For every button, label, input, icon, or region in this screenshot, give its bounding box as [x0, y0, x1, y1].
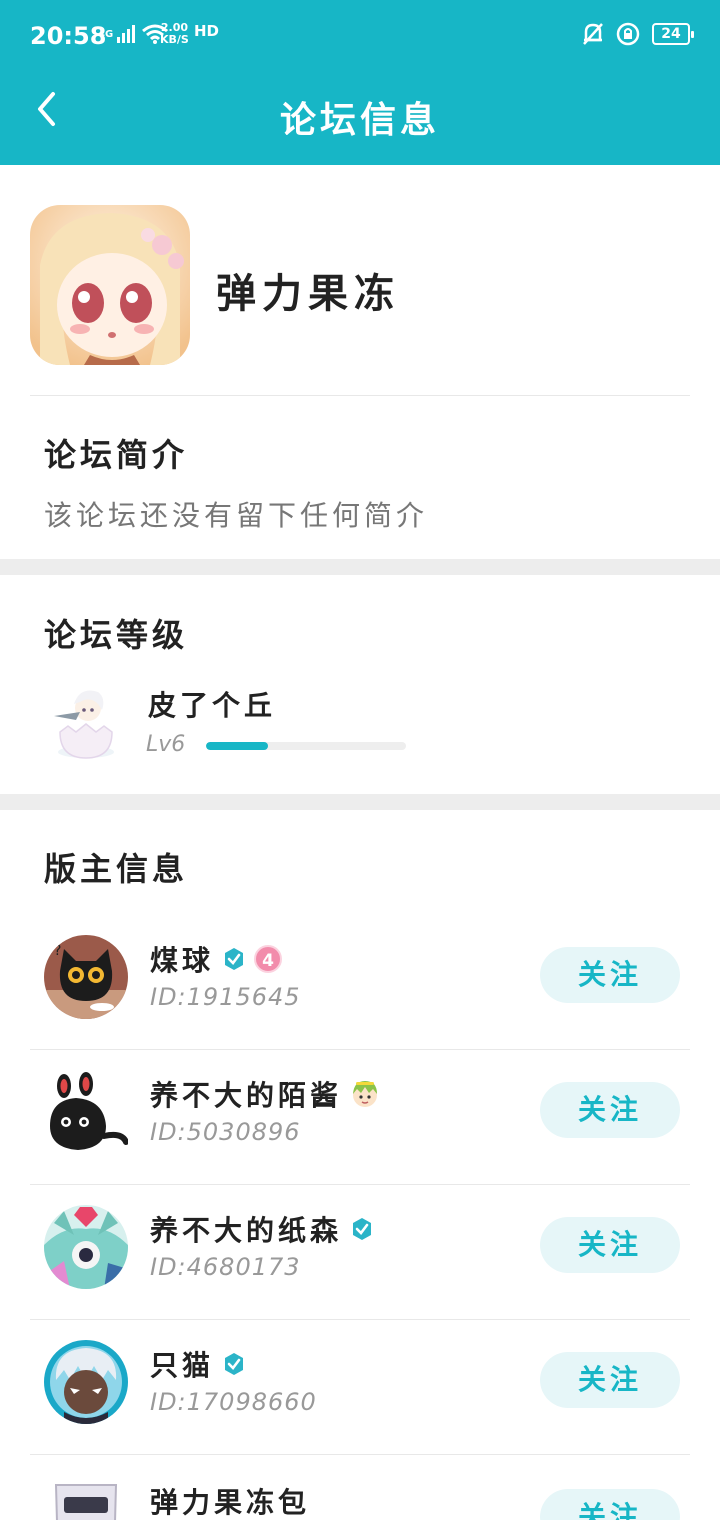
moderator-row[interactable]: 只猫 ID:17098660 关注 — [0, 1320, 720, 1455]
moderator-id: ID:5030896 — [150, 1118, 301, 1146]
verified-badge-icon — [353, 1218, 372, 1240]
battery-icon: 24 — [652, 23, 694, 45]
status-bar: 20:58 4G 2.00 KB/S HD 24 — [0, 0, 720, 75]
forum-name: 弹力果冻 — [216, 271, 400, 317]
moderator-row[interactable]: 养不大的陌酱 ID:5030896 关注 — [0, 1050, 720, 1185]
moderator-name-line: 养不大的陌酱 — [150, 1074, 380, 1114]
moderator-avatar[interactable] — [44, 1340, 128, 1424]
moderator-name: 养不大的纸森 — [150, 1214, 343, 1247]
moderator-row[interactable]: ? 煤球 4 ID:1915645 关注 — [0, 915, 720, 1050]
moderator-name-line: 只猫 — [150, 1344, 246, 1384]
svg-text:?: ? — [54, 943, 61, 959]
mute-bell-icon — [583, 23, 603, 45]
level-progress-bar — [206, 742, 406, 750]
moderator-avatar[interactable] — [44, 1205, 128, 1289]
rotation-lock-icon — [616, 22, 640, 46]
speed-unit: KB/S — [160, 33, 189, 46]
level-progress-fill — [206, 742, 268, 750]
status-icons-right: 24 — [582, 22, 694, 46]
moderator-id: ID:1915645 — [150, 983, 301, 1011]
level-name: 皮了个丘 — [148, 689, 277, 722]
green-hair-emoji-icon — [353, 1081, 378, 1107]
follow-button[interactable]: 关注 — [540, 1352, 680, 1408]
moderator-name: 弹力果冻包 — [150, 1486, 311, 1519]
moderator-id: ID:17098660 — [150, 1388, 317, 1416]
header-divider — [30, 395, 690, 396]
forum-avatar — [30, 205, 190, 365]
moderator-name: 煤球 — [150, 944, 215, 977]
verified-badge-icon — [225, 948, 244, 970]
page-title: 论坛信息 — [279, 100, 440, 141]
moderator-name: 养不大的陌酱 — [150, 1079, 343, 1112]
hd-indicator: HD — [194, 22, 220, 40]
follow-button[interactable]: 关注 — [540, 947, 680, 1003]
moderator-row[interactable]: 弹力果冻包 关注 — [0, 1455, 720, 1520]
moderator-name-line: 煤球 4 — [150, 939, 283, 979]
section-separator — [0, 559, 720, 575]
network-speed: 2.00 KB/S — [160, 22, 189, 46]
forum-header: 弹力果冻 — [0, 165, 720, 395]
signal-icon — [117, 25, 136, 43]
intro-text: 该论坛还没有留下任何简介 — [44, 499, 429, 532]
status-time: 20:58 — [30, 22, 107, 50]
section-separator — [0, 794, 720, 810]
nav-bar: 论坛信息 — [0, 75, 720, 165]
user-level-badge: 4 — [254, 945, 283, 973]
intro-title: 论坛简介 — [44, 436, 189, 474]
level-title: 论坛等级 — [44, 616, 189, 654]
moderator-name: 只猫 — [150, 1349, 215, 1382]
moderator-row[interactable]: 养不大的纸森 ID:4680173 关注 — [0, 1185, 720, 1320]
moderator-name-line: 养不大的纸森 — [150, 1209, 374, 1249]
verified-badge-icon — [225, 1353, 244, 1375]
moderators-title: 版主信息 — [44, 850, 189, 888]
moderator-avatar[interactable]: ? — [44, 935, 128, 1019]
level-label: Lv6 — [146, 732, 186, 757]
network-indicator: 4G — [98, 24, 169, 44]
follow-button[interactable]: 关注 — [540, 1217, 680, 1273]
moderator-avatar[interactable] — [44, 1475, 128, 1520]
level-avatar — [46, 682, 126, 762]
moderator-avatar[interactable] — [44, 1070, 128, 1154]
network-type: 4G — [98, 28, 114, 40]
follow-button[interactable]: 关注 — [540, 1082, 680, 1138]
follow-button[interactable]: 关注 — [540, 1489, 680, 1520]
moderator-name-line: 弹力果冻包 — [150, 1481, 310, 1520]
moderator-id: ID:4680173 — [150, 1253, 301, 1281]
